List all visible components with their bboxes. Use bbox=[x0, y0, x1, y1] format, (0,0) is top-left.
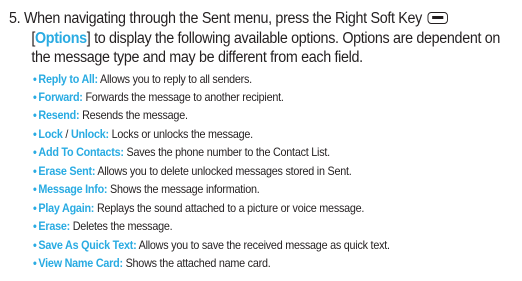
step-number: 5. bbox=[9, 10, 21, 27]
option-description: Allows you to save the received message … bbox=[136, 238, 390, 252]
bullet-icon: • bbox=[33, 146, 37, 160]
option-description: Saves the phone number to the Contact Li… bbox=[123, 146, 330, 160]
options-list: • Reply to All: Allows you to reply to al… bbox=[33, 71, 498, 274]
option-description: Forwards the message to another recipien… bbox=[82, 90, 284, 104]
option-forward: • Forward: Forwards the message to anothe… bbox=[33, 89, 498, 107]
bullet-icon: • bbox=[33, 257, 37, 271]
option-description: Shows the attached name card. bbox=[122, 257, 271, 271]
option-label: Forward: bbox=[38, 90, 83, 104]
option-label: Message Info: bbox=[38, 183, 108, 197]
options-keyword: Options bbox=[34, 29, 87, 47]
option-description: Deletes the message. bbox=[69, 220, 173, 234]
step-5-instruction: 5. When navigating through the Sent menu… bbox=[9, 9, 500, 68]
option-save-as-quick-text: • Save As Quick Text: Allows you to save … bbox=[33, 237, 498, 255]
bullet-icon: • bbox=[33, 238, 37, 252]
option-view-name-card: • View Name Card: Shows the attached name… bbox=[33, 255, 498, 273]
option-description: Allows you to delete unlocked messages s… bbox=[95, 164, 352, 178]
option-lock-unlock: • Lock / Unlock: Locks or unlocks the mes… bbox=[33, 126, 498, 144]
manual-page: 5. When navigating through the Sent menu… bbox=[0, 0, 522, 281]
option-label: Erase Sent: bbox=[38, 164, 96, 178]
bullet-icon: • bbox=[33, 72, 37, 86]
option-label: Save As Quick Text: bbox=[38, 238, 137, 252]
step-line-2: [Options] to display the following avail… bbox=[9, 29, 500, 49]
option-description: Resends the message. bbox=[79, 109, 188, 123]
option-separator: / bbox=[62, 127, 71, 141]
option-label: Reply to All: bbox=[38, 72, 98, 86]
option-label: Resend: bbox=[38, 109, 80, 123]
bullet-icon: • bbox=[33, 127, 37, 141]
option-description: Shows the message information. bbox=[107, 183, 260, 197]
bullet-icon: • bbox=[33, 164, 37, 178]
option-label: View Name Card: bbox=[38, 257, 123, 271]
option-description: Replays the sound attached to a picture … bbox=[94, 201, 365, 215]
option-label: Erase: bbox=[38, 220, 70, 234]
step-text-line-1: When navigating through the Sent menu, p… bbox=[23, 10, 422, 27]
option-play-again: • Play Again: Replays the sound attached … bbox=[33, 200, 498, 218]
option-label: Play Again: bbox=[38, 201, 95, 215]
bullet-icon: • bbox=[33, 183, 37, 197]
option-description: Allows you to reply to all senders. bbox=[97, 72, 252, 86]
step-text-line-3: the message type and may be different fr… bbox=[31, 49, 363, 66]
option-label-secondary: Unlock: bbox=[70, 127, 109, 141]
option-label: Add To Contacts: bbox=[38, 146, 124, 160]
option-label: Lock bbox=[38, 127, 63, 141]
option-add-to-contacts: • Add To Contacts: Saves the phone number… bbox=[33, 144, 498, 162]
bullet-icon: • bbox=[33, 220, 37, 234]
step-line-3: the message type and may be different fr… bbox=[9, 48, 483, 68]
option-erase: • Erase: Deletes the message. bbox=[33, 218, 498, 236]
right-soft-key-icon bbox=[427, 12, 448, 24]
bullet-icon: • bbox=[33, 201, 37, 215]
option-erase-sent: • Erase Sent: Allows you to delete unlock… bbox=[33, 163, 498, 181]
option-resend: • Resend: Resends the message. bbox=[33, 107, 498, 125]
option-description: Locks or unlocks the message. bbox=[108, 127, 254, 141]
option-message-info: • Message Info: Shows the message informa… bbox=[33, 181, 498, 199]
option-reply-to-all: • Reply to All: Allows you to reply to al… bbox=[33, 71, 498, 89]
bullet-icon: • bbox=[33, 109, 37, 123]
bullet-icon: • bbox=[33, 90, 37, 104]
step-text-line-2: ] to display the following available opt… bbox=[86, 29, 501, 47]
step-line-1: 5. When navigating through the Sent menu… bbox=[9, 9, 483, 29]
